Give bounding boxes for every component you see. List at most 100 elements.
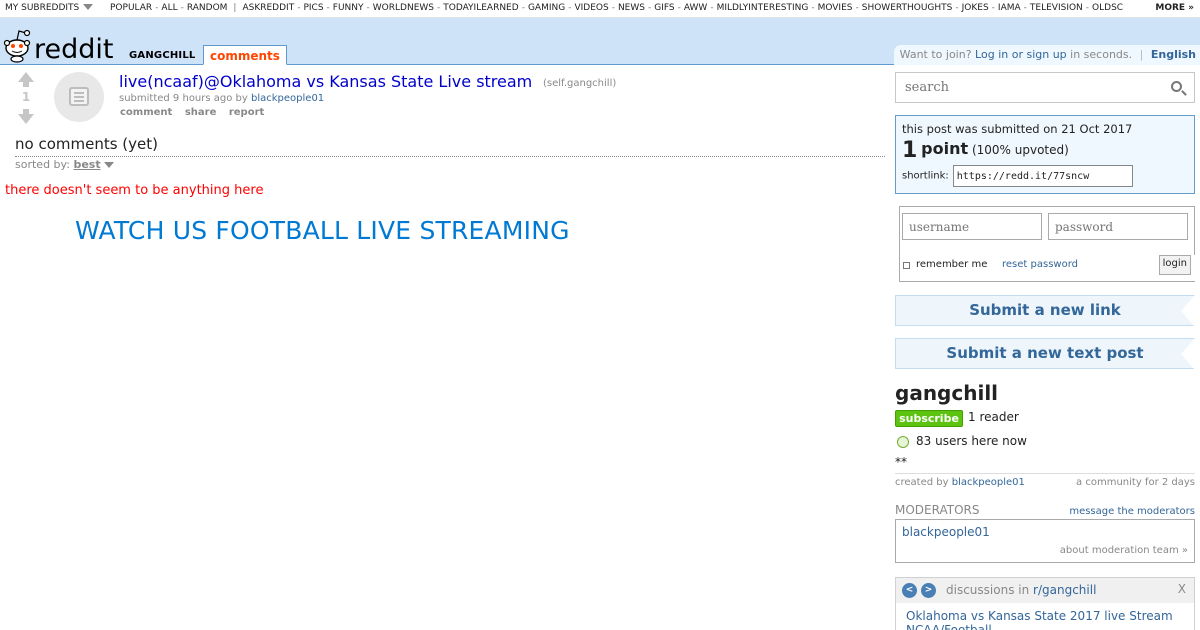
topbar-dash: - [568,3,572,13]
moderator-link[interactable]: blackpeople01 [902,525,1188,539]
community-age: a community for 2 days [1076,477,1195,488]
discussions-subreddit-link[interactable]: r/gangchill [1033,583,1096,597]
sort-dropdown[interactable]: best [73,158,100,171]
divider [15,156,885,157]
shortlink-label: shortlink: [902,170,949,182]
post-title-link[interactable]: live(ncaaf)@Oklahoma vs Kansas State Liv… [119,72,532,91]
topbar-link-showerthoughts[interactable]: SHOWERTHOUGHTS [862,3,953,13]
topbar-dash: - [437,3,441,13]
login-signup-link[interactable]: Log in or sign up [975,48,1067,61]
language-selector[interactable]: English [1151,48,1196,61]
subscribe-button[interactable]: subscribe [895,410,963,427]
sort-control: sorted by: best [15,158,114,171]
topbar-link-news[interactable]: NEWS [618,3,645,13]
topbar-link-all[interactable]: ALL [161,3,177,13]
topbar-separator: | [233,3,237,13]
reader-count: 1 reader [968,410,1019,424]
topbar-dash: - [955,3,959,13]
topbar-dash: - [1085,3,1090,13]
topbar-dash: - [991,3,995,13]
topbar-link-todayilearned[interactable]: TODAYILEARNED [443,3,518,13]
topbar-link-gifs[interactable]: GIFS [654,3,674,13]
subreddit-description: ** [895,455,907,469]
join-suffix: in seconds. [1070,48,1133,61]
button-notch [1181,338,1195,370]
more-subreddits-link[interactable]: MORE » [1145,1,1194,13]
stream-banner-link[interactable]: WATCH US FOOTBALL LIVE STREAMING [75,216,570,245]
submit-text-post-button[interactable]: Submit a new text post [895,338,1195,370]
share-button[interactable]: share [185,107,217,118]
author-link[interactable]: blackpeople01 [251,93,324,104]
reddit-logo[interactable]: reddit [2,20,114,64]
login-button[interactable]: login [1158,255,1191,275]
my-subreddits-dropdown[interactable]: MY SUBREDDITS [5,3,94,13]
moderators-box: blackpeople01 about moderation team » [895,519,1195,563]
topbar-link-iama[interactable]: IAMA [998,3,1021,13]
submit-link-button[interactable]: Submit a new link [895,295,1195,327]
post-score: 1 [21,90,31,104]
reset-password-link[interactable]: reset password [1002,259,1078,270]
points-number: 1 [902,138,918,163]
about-moderation-link[interactable]: about moderation team » [1060,545,1188,556]
next-arrow-icon[interactable]: > [921,583,936,598]
comment-button[interactable]: comment [120,107,172,118]
tab-comments[interactable]: comments [203,45,287,65]
username-field[interactable] [902,213,1042,240]
search-input[interactable] [896,73,1166,102]
topbar-link-funny[interactable]: FUNNY [333,3,364,13]
remember-me-checkbox[interactable] [903,262,910,269]
topbar-dash: - [855,3,859,13]
topbar-link-pics[interactable]: PICS [303,3,323,13]
discussions-widget: < > discussions in r/gangchill X Oklahom… [895,577,1195,630]
sort-label: sorted by: [15,158,70,171]
self-post-thumbnail[interactable] [54,72,104,122]
topbar-dash: - [180,3,184,13]
topbar-link-askreddit[interactable]: ASKREDDIT [242,3,294,13]
previous-arrow-icon[interactable]: < [902,583,917,598]
topbar-dash: - [1023,3,1027,13]
topbar-link-jokes[interactable]: JOKES [962,3,989,13]
discussion-item-link[interactable]: Oklahoma vs Kansas State 2017 live Strea… [906,609,1188,630]
snoo-icon [3,29,31,63]
submit-link-label: Submit a new link [969,301,1121,319]
chevron-down-icon[interactable] [103,162,114,168]
upvote-arrow-icon[interactable] [16,72,36,87]
topbar-dash: - [647,3,652,13]
post-domain[interactable]: (self.gangchill) [543,78,616,89]
topbar-link-mildlyinteresting[interactable]: MILDLYINTERESTING [717,3,809,13]
shortlink-field[interactable] [952,165,1133,187]
topbar-dash: - [611,3,615,13]
subreddit-name-link[interactable]: GANGCHILL [129,50,196,61]
vote-widget: 1 [16,72,36,124]
topbar-dash: - [521,3,525,13]
subreddit-title[interactable]: gangchill [895,381,998,405]
discussions-header: < > discussions in r/gangchill X [896,578,1194,603]
search-icon[interactable] [1171,81,1187,96]
creator-link[interactable]: blackpeople01 [952,477,1025,488]
topbar-link-random[interactable]: RANDOM [187,3,228,13]
topbar-link-oldsc[interactable]: OLDSC [1092,3,1123,13]
topbar-link-worldnews[interactable]: WORLDNEWS [373,3,434,13]
close-icon[interactable]: X [1178,582,1186,596]
user-area: Want to join? Log in or sign up in secon… [893,45,1200,65]
popular-subreddit-links: POPULAR - ALL - RANDOM | ASKREDDIT - PICS - FUNNY -… [110,3,1123,13]
topbar-link-aww[interactable]: AWW [684,3,707,13]
created-by-label: created by [895,477,949,488]
topbar-link-gaming[interactable]: GAMING [528,3,565,13]
topbar-link-movies[interactable]: MOVIES [818,3,853,13]
topbar-dash: - [677,3,681,13]
remember-me-label[interactable]: remember me [916,259,987,270]
topbar-link-videos[interactable]: VIDEOS [574,3,608,13]
discussions-text: discussions in [946,583,1030,597]
link-info-box: this post was submitted on 21 Oct 2017 1… [895,115,1195,194]
report-button[interactable]: report [229,107,264,118]
join-prompt: Want to join? [899,48,972,61]
topbar-link-popular[interactable]: POPULAR [110,3,152,13]
topbar-link-television[interactable]: TELEVISION [1030,3,1083,13]
password-field[interactable] [1048,213,1188,240]
downvote-arrow-icon[interactable] [16,109,36,124]
separator: | [1139,48,1144,61]
topbar-dash: - [326,3,330,13]
login-form [899,206,1195,255]
message-moderators-link[interactable]: message the moderators [1069,506,1195,517]
